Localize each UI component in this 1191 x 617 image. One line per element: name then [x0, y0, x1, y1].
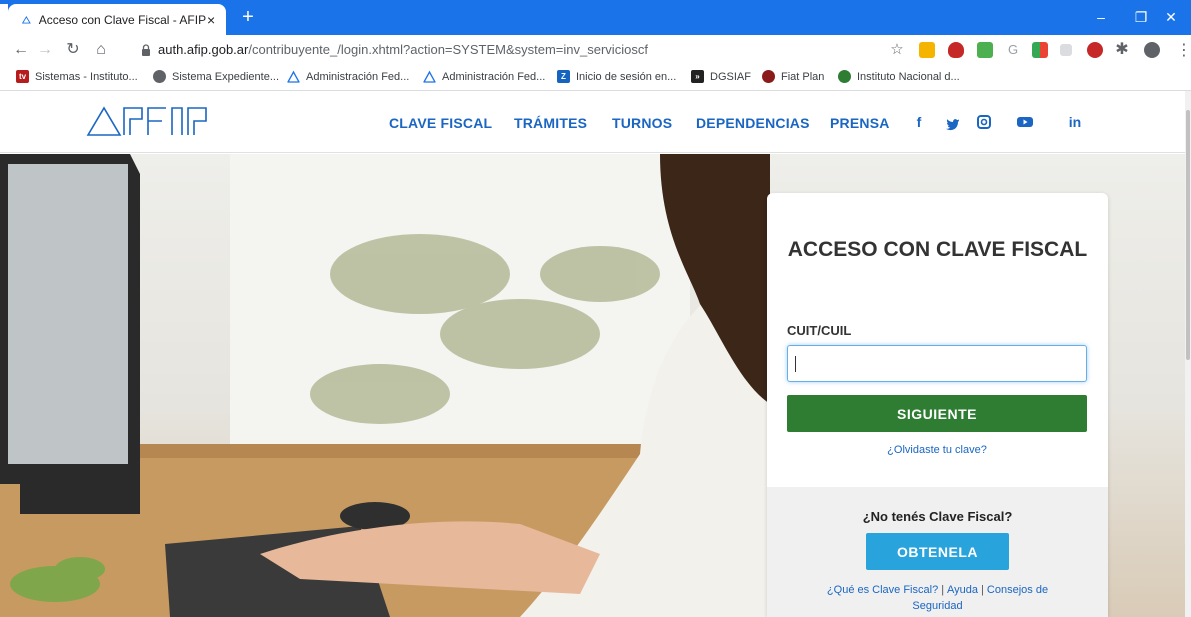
close-window-icon[interactable]: ✕ [1151, 6, 1191, 28]
globe-icon [153, 70, 166, 83]
tab-strip: Acceso con Clave Fiscal - AFIP × + – ❐ ✕ [0, 0, 1191, 35]
what-is-link[interactable]: ¿Qué es Clave Fiscal? [827, 584, 938, 596]
bookmark-item[interactable]: Fiat Plan [762, 70, 824, 83]
reload-icon[interactable]: ↻ [62, 39, 84, 61]
bookmark-item[interactable]: Instituto Nacional d... [838, 70, 960, 83]
bookmark-item[interactable]: Sistema Expediente... [153, 70, 279, 83]
afip-favicon-icon [22, 15, 31, 24]
lock-icon[interactable] [141, 44, 151, 56]
bookmark-item[interactable]: Z Inicio de sesión en... [557, 70, 676, 83]
extension-pen-icon[interactable] [1060, 44, 1072, 56]
cuit-input[interactable] [787, 345, 1087, 382]
bookmark-item[interactable]: tv Sistemas - Instituto... [16, 70, 138, 83]
help-link[interactable]: Ayuda [947, 584, 978, 596]
obtenela-button[interactable]: OBTENELA [866, 533, 1009, 570]
url-domain: auth.afip.gob.ar [158, 42, 249, 57]
forgot-password-link[interactable]: ¿Olvidaste tu clave? [787, 444, 1087, 456]
dgsiaf-icon: » [691, 70, 704, 83]
bookmark-label: Administración Fed... [442, 70, 546, 83]
linkedin-icon[interactable]: in [1066, 115, 1084, 129]
profile-icon[interactable] [1144, 42, 1160, 58]
afip-icon [287, 70, 300, 83]
forward-icon[interactable]: → [34, 39, 56, 61]
minimize-icon[interactable]: – [1081, 6, 1121, 28]
cuit-label: CUIT/CUIL [787, 323, 852, 338]
bookmark-label: Instituto Nacional d... [857, 70, 960, 83]
tab-title: Acceso con Clave Fiscal - AFIP [38, 12, 207, 27]
bookmark-label: Inicio de sesión en... [576, 70, 677, 83]
bookmark-label: Sistema Expediente... [172, 70, 280, 83]
instagram-icon[interactable] [977, 115, 991, 129]
back-icon[interactable]: ← [10, 39, 32, 61]
tab-afip[interactable]: Acceso con Clave Fiscal - AFIP × [8, 4, 226, 35]
address-bar[interactable]: auth.afip.gob.ar/contribuyente_/login.xh… [158, 42, 648, 57]
url-path: /contribuyente_/login.xhtml?action=SYSTE… [248, 42, 648, 57]
extension-drive-icon[interactable] [919, 42, 935, 58]
extension-ublock-icon[interactable] [1087, 42, 1103, 58]
extensions-puzzle-icon[interactable]: ✱ [1111, 39, 1133, 61]
extension-shield-icon[interactable] [948, 42, 964, 58]
menu-icon[interactable]: ⋮ [1176, 40, 1191, 60]
tab-edge [0, 4, 8, 35]
bookmark-item[interactable]: » DGSIAF [691, 70, 751, 83]
site-header: CLAVE FISCAL TRÁMITES TURNOS DEPENDENCIA… [0, 91, 1191, 153]
home-icon[interactable]: ⌂ [90, 39, 112, 61]
browser-toolbar: ← → ↻ ⌂ auth.afip.gob.ar/contribuyente_/… [0, 35, 1191, 65]
youtube-icon[interactable] [1017, 115, 1033, 129]
afip-icon [423, 70, 436, 83]
extension-google-icon[interactable]: G [1005, 42, 1021, 58]
nav-prensa[interactable]: PRENSA [830, 115, 890, 131]
nav-dependencias[interactable]: DEPENDENCIAS [696, 115, 810, 131]
extension-green-icon[interactable] [977, 42, 993, 58]
fiat-icon [762, 70, 775, 83]
facebook-icon[interactable]: f [912, 115, 926, 129]
bookmark-label: Sistemas - Instituto... [35, 70, 138, 83]
z-icon: Z [557, 70, 570, 83]
separator: | [941, 584, 945, 596]
bookmark-label: DGSIAF [710, 70, 751, 83]
login-title: ACCESO CON CLAVE FISCAL [787, 238, 1088, 261]
no-account-text: ¿No tenés Clave Fiscal? [862, 509, 1013, 524]
bookmark-label: Fiat Plan [781, 70, 825, 83]
siguiente-button[interactable]: SIGUIENTE [787, 395, 1087, 432]
text-cursor [795, 356, 796, 372]
extension-maps-icon[interactable] [1032, 42, 1048, 58]
tv-icon: tv [16, 70, 29, 83]
separator: | [981, 584, 984, 596]
nav-turnos[interactable]: TURNOS [612, 115, 672, 131]
bookmarks-bar: tv Sistemas - Instituto... Sistema Exped… [0, 65, 1191, 91]
help-links: ¿Qué es Clave Fiscal? | Ayuda | Consejos de … [807, 582, 1068, 614]
scrollbar-thumb[interactable] [1186, 110, 1190, 360]
nav-clave-fiscal[interactable]: CLAVE FISCAL [389, 115, 492, 131]
new-tab-icon[interactable]: + [236, 6, 260, 30]
login-card: ACCESO CON CLAVE FISCAL CUIT/CUIL SIGUIE… [767, 193, 1108, 617]
bookmark-item[interactable]: Administración Fed... [423, 70, 545, 83]
nav-tramites[interactable]: TRÁMITES [514, 115, 587, 131]
twitter-icon[interactable] [946, 117, 960, 131]
tab-close-icon[interactable]: × [206, 12, 216, 28]
afip-logo[interactable] [86, 105, 216, 137]
register-section: ¿No tenés Clave Fiscal? OBTENELA ¿Qué es… [767, 487, 1108, 617]
inti-icon [838, 70, 851, 83]
bookmark-star-icon[interactable]: ☆ [886, 39, 908, 61]
bookmark-label: Administración Fed... [306, 70, 410, 83]
bookmark-item[interactable]: Administración Fed... [287, 70, 409, 83]
